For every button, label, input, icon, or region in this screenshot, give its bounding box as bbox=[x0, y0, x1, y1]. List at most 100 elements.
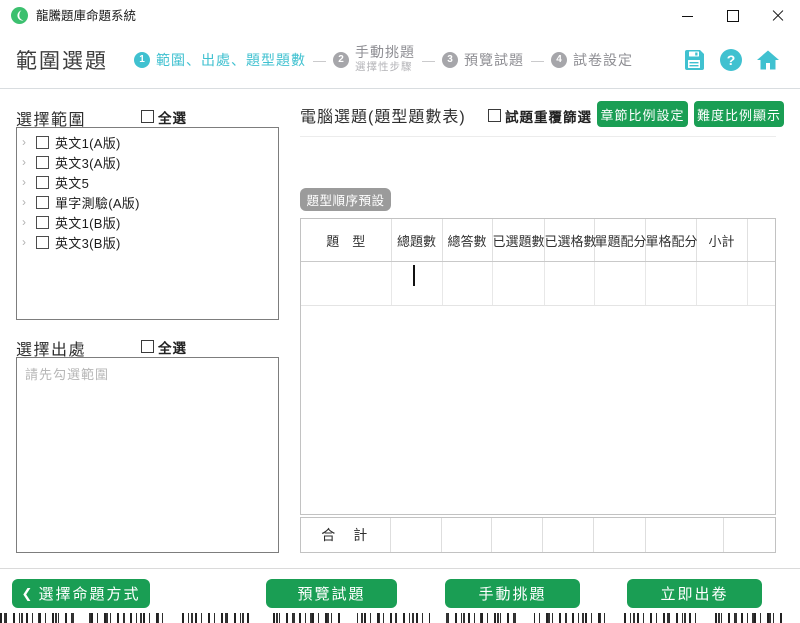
clipped-background-text bbox=[0, 613, 800, 623]
step-3-label: 預覽試題 bbox=[464, 50, 524, 70]
step-separator: — bbox=[531, 53, 544, 68]
tree-item-checkbox[interactable] bbox=[36, 216, 49, 229]
title-bar: 龍騰題庫命題系統 bbox=[0, 0, 800, 32]
window-title: 龍騰題庫命題系統 bbox=[36, 0, 136, 32]
cell-total-questions-input[interactable] bbox=[391, 262, 442, 306]
home-icon[interactable] bbox=[756, 48, 780, 72]
step-2-badge: 2 bbox=[333, 52, 349, 68]
tree-item: 英文3(A版) bbox=[17, 152, 278, 172]
tree-item-checkbox[interactable] bbox=[36, 196, 49, 209]
table-data-row bbox=[301, 262, 775, 306]
maximize-icon[interactable] bbox=[710, 0, 755, 32]
preview-questions-button[interactable]: 預覽試題 bbox=[266, 579, 397, 608]
duplicate-filter-label[interactable]: 試題重覆篩選 bbox=[505, 106, 592, 126]
computer-select-title: 電腦選題(題型題數表) bbox=[300, 103, 466, 127]
text-cursor bbox=[413, 265, 415, 286]
totals-cell bbox=[390, 518, 441, 552]
help-icon[interactable]: ? bbox=[719, 48, 743, 72]
totals-cell bbox=[593, 518, 645, 552]
step-separator: — bbox=[313, 53, 326, 68]
totals-table: 合 計 bbox=[300, 517, 776, 553]
col-header-points-per-blank: 單格配分 bbox=[645, 219, 696, 262]
cell-points-per-question[interactable] bbox=[594, 262, 645, 306]
col-header-total-questions: 總題數 bbox=[391, 219, 442, 262]
duplicate-filter-checkbox[interactable] bbox=[488, 109, 501, 122]
app-logo-icon bbox=[11, 7, 28, 24]
cell-empty bbox=[747, 262, 775, 306]
header-icons: ? bbox=[682, 48, 780, 72]
range-select-all-checkbox[interactable] bbox=[141, 110, 154, 123]
source-select-all-label[interactable]: 全選 bbox=[158, 337, 187, 357]
totals-label: 合 計 bbox=[301, 518, 390, 552]
minimize-icon[interactable] bbox=[665, 0, 710, 32]
save-icon[interactable] bbox=[682, 48, 706, 72]
totals-cell bbox=[491, 518, 542, 552]
tree-item-label[interactable]: 英文1(A版) bbox=[55, 133, 121, 152]
tree-item-label[interactable]: 英文3(A版) bbox=[55, 153, 121, 172]
app-window: 龍騰題庫命題系統 範圍選題 1 範圍、出處、題型題數 — 2 手動挑題 選擇性步… bbox=[0, 0, 800, 623]
expand-chevron-icon[interactable] bbox=[22, 217, 33, 228]
cell-selected-questions[interactable] bbox=[492, 262, 544, 306]
totals-row: 合 計 bbox=[301, 518, 775, 552]
manual-pick-button[interactable]: 手動挑題 bbox=[445, 579, 580, 608]
cell-subtotal[interactable] bbox=[696, 262, 747, 306]
cell-selected-blanks[interactable] bbox=[544, 262, 594, 306]
wizard-stepper: 1 範圍、出處、題型題數 — 2 手動挑題 選擇性步驟 — 3 預覽試題 — 4… bbox=[134, 32, 633, 88]
chapter-ratio-button[interactable]: 章節比例設定 bbox=[597, 101, 688, 127]
close-icon[interactable] bbox=[755, 0, 800, 32]
table-header-row: 題 型 總題數 總答數 已選題數 已選格數 單題配分 單格配分 小計 bbox=[301, 219, 775, 262]
back-to-method-button[interactable]: ❮ 選擇命題方式 bbox=[12, 579, 150, 608]
col-header-points-per-question: 單題配分 bbox=[594, 219, 645, 262]
source-select-all-checkbox[interactable] bbox=[141, 340, 154, 353]
expand-chevron-icon[interactable] bbox=[22, 237, 33, 248]
source-placeholder: 請先勾選範圍 bbox=[25, 364, 109, 383]
step-2-manual-pick[interactable]: 2 手動挑題 選擇性步驟 bbox=[333, 45, 415, 75]
col-header-selected-questions: 已選題數 bbox=[492, 219, 544, 262]
expand-chevron-icon[interactable] bbox=[22, 197, 33, 208]
step-3-badge: 3 bbox=[442, 52, 458, 68]
tree-item-checkbox[interactable] bbox=[36, 236, 49, 249]
cell-total-answers[interactable] bbox=[442, 262, 492, 306]
tree-item-checkbox[interactable] bbox=[36, 176, 49, 189]
difficulty-ratio-button[interactable]: 難度比例顯示 bbox=[694, 101, 784, 127]
chevron-left-icon: ❮ bbox=[22, 586, 33, 602]
generate-paper-button[interactable]: 立即出卷 bbox=[627, 579, 762, 608]
col-header-total-answers: 總答數 bbox=[442, 219, 492, 262]
step-4-paper-settings[interactable]: 4 試卷設定 bbox=[551, 50, 633, 70]
range-select-all-label[interactable]: 全選 bbox=[158, 107, 187, 127]
expand-chevron-icon[interactable] bbox=[22, 137, 33, 148]
window-controls bbox=[665, 0, 800, 32]
step-separator: — bbox=[422, 53, 435, 68]
step-1-label: 範圍、出處、題型題數 bbox=[156, 50, 306, 70]
right-panel-divider bbox=[300, 136, 776, 137]
tree-item-label[interactable]: 英文5 bbox=[55, 173, 89, 192]
page-title: 範圍選題 bbox=[16, 45, 108, 75]
expand-chevron-icon[interactable] bbox=[22, 157, 33, 168]
tree-item-checkbox[interactable] bbox=[36, 156, 49, 169]
step-3-preview[interactable]: 3 預覽試題 bbox=[442, 50, 524, 70]
step-4-badge: 4 bbox=[551, 52, 567, 68]
step-1-range[interactable]: 1 範圍、出處、題型題數 bbox=[134, 50, 306, 70]
question-type-table: 題 型 總題數 總答數 已選題數 已選格數 單題配分 單格配分 小計 bbox=[300, 218, 776, 515]
step-2-sublabel: 選擇性步驟 bbox=[355, 60, 415, 75]
tree-item-checkbox[interactable] bbox=[36, 136, 49, 149]
source-list: 請先勾選範圍 bbox=[16, 357, 279, 553]
tree-item-label[interactable]: 英文1(B版) bbox=[55, 213, 121, 232]
cell-points-per-blank[interactable] bbox=[645, 262, 696, 306]
col-header-empty bbox=[747, 219, 775, 262]
totals-cell bbox=[723, 518, 775, 552]
cell-type[interactable] bbox=[301, 262, 391, 306]
col-header-type: 題 型 bbox=[301, 219, 391, 262]
expand-chevron-icon[interactable] bbox=[22, 177, 33, 188]
step-2-label: 手動挑題 bbox=[355, 45, 415, 60]
tree-item-label[interactable]: 英文3(B版) bbox=[55, 233, 121, 252]
totals-cell bbox=[441, 518, 491, 552]
svg-text:?: ? bbox=[727, 52, 736, 68]
step-4-label: 試卷設定 bbox=[573, 50, 633, 70]
type-order-preset-button[interactable]: 題型順序預設 bbox=[300, 188, 391, 211]
totals-cell bbox=[542, 518, 593, 552]
page-header: 範圍選題 1 範圍、出處、題型題數 — 2 手動挑題 選擇性步驟 — 3 預覽試… bbox=[0, 32, 800, 89]
col-header-selected-blanks: 已選格數 bbox=[544, 219, 594, 262]
totals-cell bbox=[645, 518, 723, 552]
tree-item-label[interactable]: 單字測驗(A版) bbox=[55, 193, 140, 212]
